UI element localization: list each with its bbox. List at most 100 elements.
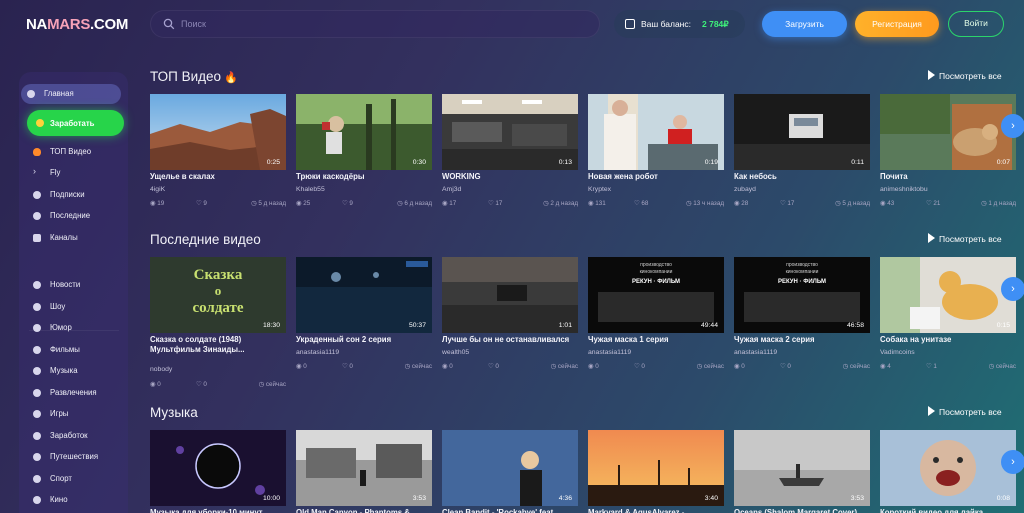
video-title[interactable]: Сказка о солдате (1948) Мультфильм Зинаи… bbox=[150, 335, 286, 355]
register-button[interactable]: Регистрация bbox=[855, 11, 939, 37]
balance-label: Ваш баланс: bbox=[641, 19, 691, 29]
video-duration: 0:13 bbox=[558, 159, 572, 166]
sidebar-category-item[interactable]: Развлечения bbox=[27, 383, 127, 403]
video-duration: 0:11 bbox=[851, 159, 864, 166]
clock-icon: ◷ bbox=[696, 363, 704, 370]
upload-button[interactable]: Загрузить bbox=[762, 11, 847, 37]
video-title[interactable]: Короткий видео для лайка bbox=[880, 508, 1016, 513]
video-author[interactable]: Khaleb55 bbox=[296, 186, 325, 193]
video-author[interactable]: nobody bbox=[150, 366, 172, 373]
clock-icon: ◷ bbox=[842, 363, 850, 370]
sidebar-item-fly[interactable]: › Fly bbox=[27, 163, 127, 183]
sidebar-category-item[interactable]: Заработок bbox=[27, 426, 127, 446]
video-author[interactable]: wealth05 bbox=[442, 349, 469, 356]
carousel-next-button[interactable]: › bbox=[1001, 277, 1024, 301]
video-duration: 0:08 bbox=[996, 495, 1010, 502]
sidebar-category-item[interactable]: Путешествия bbox=[27, 447, 127, 467]
site-logo[interactable]: NAMARS.COM bbox=[26, 16, 128, 33]
video-title[interactable]: Как небось bbox=[734, 172, 870, 182]
video-author[interactable]: animeshniktobu bbox=[880, 186, 928, 193]
video-thumbnail[interactable]: 0:25 bbox=[150, 94, 286, 170]
video-title[interactable]: Трюки каскодёры bbox=[296, 172, 432, 182]
like-count-value: 0 bbox=[203, 381, 207, 388]
video-title[interactable]: Новая жена робот bbox=[588, 172, 724, 182]
sidebar-category-item[interactable]: Юмор bbox=[27, 318, 127, 338]
sidebar-item-recent[interactable]: Последние bbox=[27, 206, 127, 226]
sidebar-category-item[interactable]: Шоу bbox=[27, 297, 127, 317]
upload-time-value: 13 ч назад bbox=[693, 200, 724, 207]
video-thumbnail[interactable]: 0:08 bbox=[880, 430, 1016, 506]
video-meta: ◉ 43 ♡ 21 ◷ 1 д назад bbox=[880, 200, 1016, 210]
video-author[interactable]: anastasia1119 bbox=[734, 349, 777, 356]
video-meta: ◉ 19 ♡ 9 ◷ 5 д назад bbox=[150, 200, 286, 210]
video-thumbnail[interactable]: 0:11 bbox=[734, 94, 870, 170]
video-thumbnail[interactable]: 3:53 bbox=[296, 430, 432, 506]
see-all-link[interactable]: Посмотреть все bbox=[928, 406, 1002, 417]
video-title[interactable]: Markvard & AgusAlvarez - bbox=[588, 508, 724, 513]
video-title[interactable]: Clean Bandit - 'Rockabye' feat. bbox=[442, 508, 578, 513]
video-meta: ◉ 131 ♡ 68 ◷ 13 ч назад bbox=[588, 200, 724, 210]
video-title[interactable]: Музыка для уборки-10 минут bbox=[150, 508, 286, 513]
login-button[interactable]: Войти bbox=[948, 11, 1004, 37]
sidebar-category-item[interactable]: Фильмы bbox=[27, 340, 127, 360]
video-title[interactable]: Украденный сон 2 серия bbox=[296, 335, 432, 345]
video-title[interactable]: Old Man Canyon - Phantoms & bbox=[296, 508, 432, 513]
sidebar-item-top-video[interactable]: ТОП Видео bbox=[27, 142, 127, 162]
video-thumbnail[interactable]: 1:01 bbox=[442, 257, 578, 333]
video-author[interactable]: Amj3d bbox=[442, 186, 461, 193]
sidebar-category-item[interactable]: Новости bbox=[27, 275, 127, 295]
like-count: ♡ 0 bbox=[634, 363, 645, 370]
sidebar-category-item[interactable]: Игры bbox=[27, 404, 127, 424]
video-author[interactable]: anastasia1119 bbox=[296, 349, 339, 356]
video-author[interactable]: Kryptex bbox=[588, 186, 611, 193]
see-all-link[interactable]: Посмотреть все bbox=[928, 233, 1002, 244]
video-title[interactable]: Чужая маска 1 серия bbox=[588, 335, 724, 345]
search-input[interactable]: Поиск bbox=[150, 10, 600, 38]
view-count-value: 17 bbox=[449, 200, 457, 207]
video-title[interactable]: WORKING bbox=[442, 172, 578, 182]
sidebar-item-channels[interactable]: Каналы bbox=[27, 228, 127, 248]
earn-button[interactable]: Заработать bbox=[27, 110, 124, 136]
see-all-label: Посмотреть все bbox=[939, 234, 1002, 244]
video-thumbnail[interactable]: 3:40 bbox=[588, 430, 724, 506]
sidebar-item-home[interactable]: Главная bbox=[21, 84, 121, 104]
video-thumbnail[interactable]: производство кинокомпании РЕКУН · ФИЛЬМ 49:… bbox=[588, 257, 724, 333]
upload-time-value: 6 д назад bbox=[404, 200, 432, 207]
video-title[interactable]: Почита bbox=[880, 172, 1016, 182]
video-author[interactable]: Vadimcoins bbox=[880, 349, 915, 356]
video-thumbnail[interactable]: 0:15 bbox=[880, 257, 1016, 333]
view-count: ◉ 25 bbox=[296, 200, 310, 207]
see-all-link[interactable]: Посмотреть все bbox=[928, 70, 1002, 81]
video-thumbnail[interactable]: Сказка о солдате 18:30 bbox=[150, 257, 286, 333]
sidebar-category-label: Фильмы bbox=[50, 344, 80, 354]
balance-widget[interactable]: Ваш баланс: 2 784₽ bbox=[614, 10, 745, 38]
video-title[interactable]: Собака на унитазе bbox=[880, 335, 1016, 345]
sidebar-category-item[interactable]: Музыка bbox=[27, 361, 127, 381]
video-author[interactable]: anastasia1119 bbox=[588, 349, 631, 356]
video-thumbnail[interactable]: 10:00 bbox=[150, 430, 286, 506]
sidebar-category-item[interactable]: Спорт bbox=[27, 469, 127, 489]
video-title[interactable]: Лучше бы он не останавливался bbox=[442, 335, 578, 345]
carousel-next-button[interactable]: › bbox=[1001, 114, 1024, 138]
video-author[interactable]: 4igiK bbox=[150, 186, 165, 193]
video-thumbnail[interactable]: 0:19 bbox=[588, 94, 724, 170]
video-thumbnail[interactable]: 4:36 bbox=[442, 430, 578, 506]
video-thumbnail[interactable]: 0:30 bbox=[296, 94, 432, 170]
video-thumbnail[interactable]: 50:37 bbox=[296, 257, 432, 333]
video-thumbnail[interactable]: 3:53 bbox=[734, 430, 870, 506]
video-title[interactable]: Ущелье в скалах bbox=[150, 172, 286, 182]
carousel-next-button[interactable]: › bbox=[1001, 450, 1024, 474]
video-title[interactable]: Чужая маска 2 серия bbox=[734, 335, 870, 345]
video-author[interactable]: zubayd bbox=[734, 186, 756, 193]
section-title: Музыка bbox=[150, 405, 198, 420]
sidebar-item-subscriptions[interactable]: Подписки bbox=[27, 185, 127, 205]
video-duration: 0:25 bbox=[266, 159, 280, 166]
video-title[interactable]: Oceans (Shalom Margaret Cover) bbox=[734, 508, 870, 513]
video-thumbnail[interactable]: 0:07 bbox=[880, 94, 1016, 170]
svg-text:кинокомпании: кинокомпании bbox=[786, 269, 819, 275]
category-icon bbox=[33, 431, 41, 440]
view-count-value: 0 bbox=[157, 381, 161, 388]
video-thumbnail[interactable]: 0:13 bbox=[442, 94, 578, 170]
video-thumbnail[interactable]: производство кинокомпании РЕКУН · ФИЛЬМ 46:… bbox=[734, 257, 870, 333]
sidebar-category-item[interactable]: Кино bbox=[27, 490, 127, 510]
